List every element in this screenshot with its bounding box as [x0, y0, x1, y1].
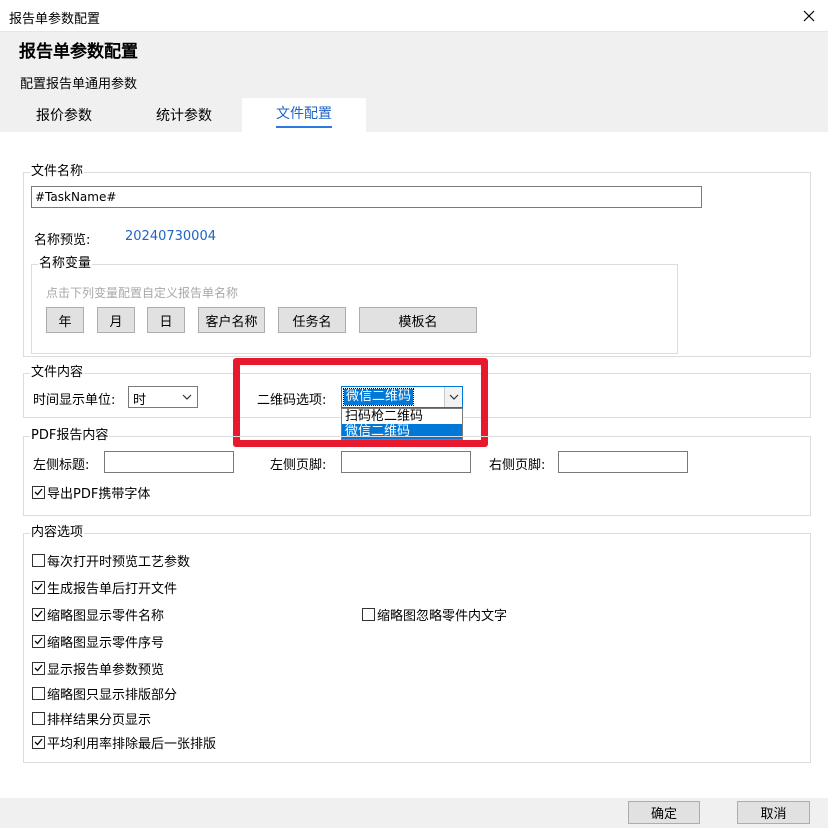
- checkbox-box: [32, 686, 45, 700]
- embed-font-label: 导出PDF携带字体: [47, 486, 151, 502]
- check-icon: [34, 637, 43, 645]
- left-title-input[interactable]: [104, 451, 234, 473]
- option-label: 缩略图只显示排版部分: [47, 687, 178, 703]
- checkbox-box: [32, 711, 45, 725]
- name-preview-label: 名称预览:: [34, 233, 91, 248]
- checkbox-box: [32, 553, 45, 567]
- time-unit-label: 时间显示单位:: [33, 393, 116, 408]
- option-label: 显示报告单参数预览: [47, 662, 165, 678]
- option-label: 缩略图忽略零件内文字: [377, 608, 508, 624]
- checkbox-box: [32, 485, 45, 499]
- option-label: 生成报告单后打开文件: [47, 581, 178, 597]
- close-icon: [803, 10, 815, 22]
- option-checkbox-thumb-ignore-text[interactable]: 缩略图忽略零件内文字: [362, 606, 508, 624]
- page-title: 报告单参数配置: [19, 42, 138, 62]
- option-checkbox-show-param-preview[interactable]: 显示报告单参数预览: [32, 660, 165, 678]
- option-checkbox-paged-results[interactable]: 排样结果分页显示: [32, 710, 152, 728]
- name-preview-value: 20240730004: [125, 229, 216, 244]
- var-year-button[interactable]: 年: [46, 307, 84, 333]
- check-icon: [34, 664, 43, 672]
- page-subtitle: 配置报告单通用参数: [20, 77, 138, 92]
- option-checkbox-preview-params[interactable]: 每次打开时预览工艺参数: [32, 552, 191, 570]
- pdf-group: PDF报告内容: [23, 428, 811, 516]
- option-checkbox-thumb-part-name[interactable]: 缩略图显示零件名称: [32, 606, 165, 624]
- checkbox-box: [32, 607, 45, 621]
- right-footer-input[interactable]: [558, 451, 688, 473]
- option-label: 缩略图显示零件序号: [47, 635, 165, 651]
- pdf-group-title: PDF报告内容: [30, 428, 110, 444]
- file-name-group-title: 文件名称: [30, 164, 85, 180]
- checkbox-box: [32, 580, 45, 594]
- option-label: 排样结果分页显示: [47, 712, 152, 728]
- option-checkbox-thumb-layout-only[interactable]: 缩略图只显示排版部分: [32, 685, 178, 703]
- time-unit-value: 时: [133, 393, 147, 408]
- window-title: 报告单参数配置: [9, 12, 101, 27]
- var-template-button[interactable]: 模板名: [359, 307, 477, 333]
- dialog-footer: [0, 798, 828, 828]
- tab-stat-params[interactable]: 统计参数: [124, 98, 244, 132]
- close-button[interactable]: [790, 0, 828, 32]
- tab-file-config[interactable]: 文件配置: [242, 98, 366, 132]
- file-name-input[interactable]: #TaskName#: [31, 186, 702, 208]
- check-icon: [34, 583, 43, 591]
- var-customer-button[interactable]: 客户名称: [198, 307, 265, 333]
- var-task-button[interactable]: 任务名: [278, 307, 346, 333]
- checkbox-box: [32, 634, 45, 648]
- option-checkbox-open-file[interactable]: 生成报告单后打开文件: [32, 579, 178, 597]
- tab-quote-params[interactable]: 报价参数: [4, 98, 124, 132]
- check-icon: [34, 610, 43, 618]
- content-options-group-title: 内容选项: [30, 525, 85, 541]
- option-checkbox-thumb-part-seq[interactable]: 缩略图显示零件序号: [32, 633, 165, 651]
- option-label: 每次打开时预览工艺参数: [47, 554, 191, 570]
- right-footer-label: 右侧页脚:: [489, 458, 546, 473]
- left-footer-label: 左侧页脚:: [270, 458, 327, 473]
- left-title-label: 左侧标题:: [33, 458, 90, 473]
- option-label: 平均利用率排除最后一张排版: [47, 736, 217, 752]
- highlight-box: [233, 358, 488, 447]
- window-titlebar: 报告单参数配置: [0, 0, 828, 32]
- time-unit-select[interactable]: 时: [128, 386, 198, 408]
- embed-font-checkbox[interactable]: 导出PDF携带字体: [32, 484, 151, 502]
- file-content-group-title: 文件内容: [30, 365, 85, 381]
- var-month-button[interactable]: 月: [97, 307, 135, 333]
- var-day-button[interactable]: 日: [147, 307, 185, 333]
- ok-button[interactable]: 确定: [628, 801, 700, 824]
- checkbox-box: [32, 735, 45, 749]
- option-checkbox-exclude-last-sheet[interactable]: 平均利用率排除最后一张排版: [32, 734, 217, 752]
- chevron-down-icon: [182, 394, 192, 400]
- cancel-button[interactable]: 取消: [737, 801, 810, 824]
- name-vars-hint: 点击下列变量配置自定义报告单名称: [46, 286, 239, 300]
- check-icon: [34, 738, 43, 746]
- name-vars-group-title: 名称变量: [38, 256, 93, 272]
- check-icon: [34, 488, 43, 496]
- left-footer-input[interactable]: [341, 451, 471, 473]
- checkbox-box: [32, 661, 45, 675]
- option-label: 缩略图显示零件名称: [47, 608, 165, 624]
- checkbox-box: [362, 607, 375, 621]
